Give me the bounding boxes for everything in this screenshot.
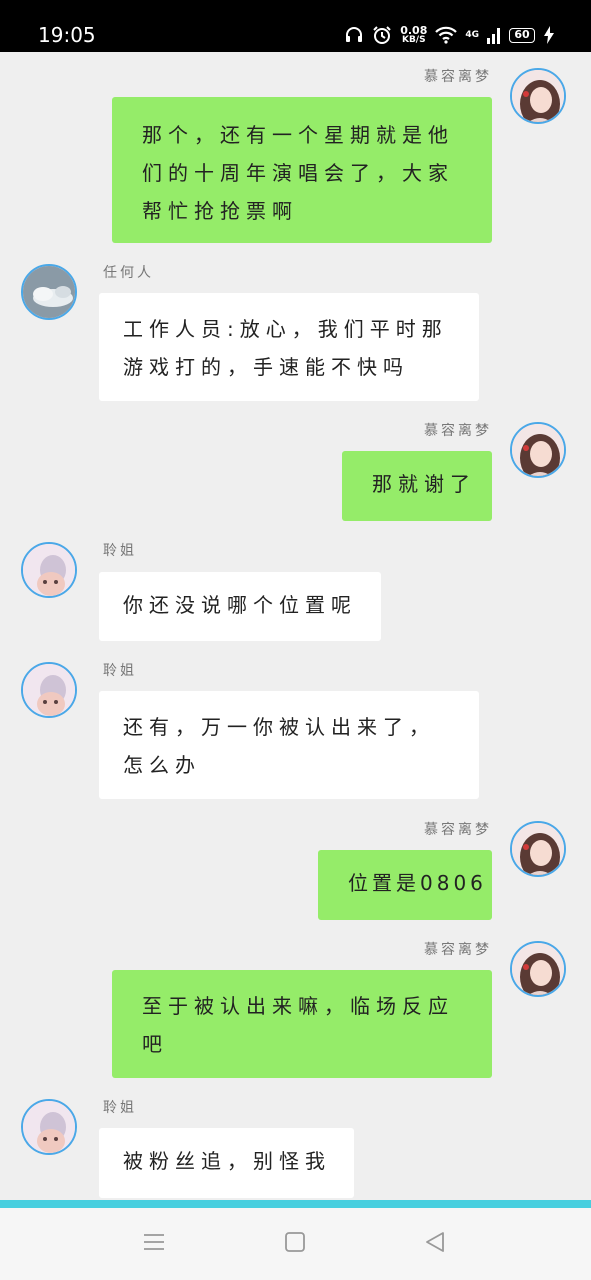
headphones-icon xyxy=(344,25,364,45)
message-bubble[interactable]: 工作人员:放心，我们平时那 游戏打的，手速能不快吗 xyxy=(99,293,479,401)
avatar[interactable] xyxy=(510,941,566,997)
sender-name: 慕容离梦 xyxy=(424,69,492,85)
message-bubble[interactable]: 还有，万一你被认出来了， 怎么办 xyxy=(99,691,479,799)
message-line: 还有，万一你被认出来了， xyxy=(123,715,435,739)
wifi-icon xyxy=(435,26,458,44)
message-bubble[interactable]: 至于被认出来嘛，临场反应 吧 xyxy=(112,970,492,1078)
avatar[interactable] xyxy=(21,1099,77,1155)
message-line: 你还没说哪个位置呢 xyxy=(123,593,357,617)
message-bubble[interactable]: 那个，还有一个星期就是他 们的十周年演唱会了，大家 帮忙抢抢票啊 xyxy=(112,97,492,243)
home-button[interactable] xyxy=(277,1226,313,1262)
back-icon xyxy=(424,1231,446,1257)
avatar[interactable] xyxy=(510,422,566,478)
alarm-icon xyxy=(372,25,392,45)
message-bubble[interactable]: 被粉丝追，别怪我 xyxy=(99,1128,354,1198)
message-line: 位置是0806 xyxy=(348,871,487,895)
message-bubble[interactable]: 位置是0806 xyxy=(318,850,492,920)
sender-name: 聆姐 xyxy=(103,1100,137,1116)
message-bubble[interactable]: 你还没说哪个位置呢 xyxy=(99,572,381,641)
back-button[interactable] xyxy=(417,1226,453,1262)
chat-message-list[interactable]: 慕容离梦 那个，还有一个星期就是他 们的十周年演唱会了，大家 帮忙抢抢票啊 任何… xyxy=(0,52,591,1200)
avatar[interactable] xyxy=(21,264,77,320)
avatar[interactable] xyxy=(21,662,77,718)
net-speed-unit: KB/S xyxy=(401,35,426,45)
sender-name: 慕容离梦 xyxy=(424,942,492,958)
avatar[interactable] xyxy=(510,821,566,877)
message-line: 帮忙抢抢票啊 xyxy=(142,199,298,223)
battery-icon: 60 xyxy=(509,27,535,43)
status-icons: 0.08 KB/S 4G 60 xyxy=(344,22,555,48)
message-line: 被粉丝追，别怪我 xyxy=(123,1149,331,1173)
status-time: 19:05 xyxy=(38,23,96,47)
network-type: 4G xyxy=(465,30,479,40)
message-line: 吧 xyxy=(142,1032,168,1056)
message-line: 那个，还有一个星期就是他 xyxy=(142,123,454,147)
status-bar: 19:05 0.08 KB/S 4G 60 xyxy=(0,0,591,52)
message-line: 至于被认出来嘛，临场反应 xyxy=(142,994,454,1018)
sender-name: 任何人 xyxy=(103,265,154,281)
navigation-bar xyxy=(0,1208,591,1280)
accent-line xyxy=(0,1200,591,1208)
message-bubble[interactable]: 那就谢了 xyxy=(342,451,492,521)
signal-icon xyxy=(487,26,501,44)
message-line: 们的十周年演唱会了，大家 xyxy=(142,161,454,185)
message-line: 怎么办 xyxy=(123,753,201,777)
net-speed: 0.08 KB/S xyxy=(400,25,427,45)
sender-name: 聆姐 xyxy=(103,543,137,559)
avatar[interactable] xyxy=(21,542,77,598)
sender-name: 慕容离梦 xyxy=(424,423,492,439)
menu-icon xyxy=(143,1232,165,1256)
sender-name: 聆姐 xyxy=(103,663,137,679)
message-line: 游戏打的，手速能不快吗 xyxy=(123,355,409,379)
avatar[interactable] xyxy=(510,68,566,124)
charging-icon xyxy=(543,26,555,44)
sender-name: 慕容离梦 xyxy=(424,822,492,838)
message-line: 那就谢了 xyxy=(372,472,476,496)
message-line: 工作人员:放心，我们平时那 xyxy=(123,317,448,341)
menu-button[interactable] xyxy=(136,1226,172,1262)
home-icon xyxy=(284,1231,306,1257)
